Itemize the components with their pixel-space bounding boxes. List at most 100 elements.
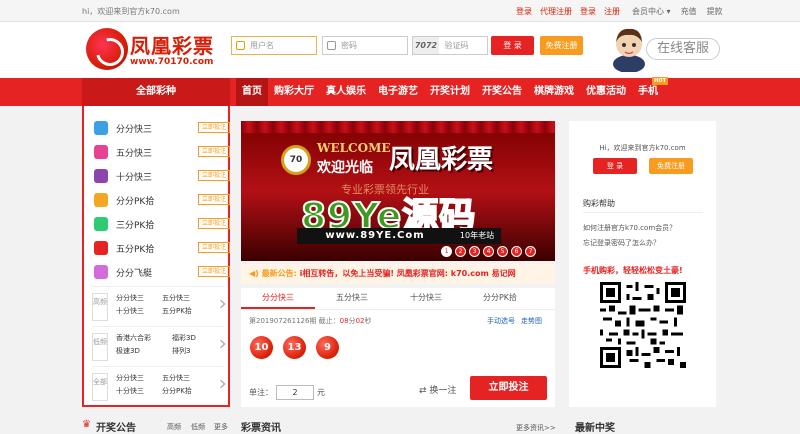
withdraw-link[interactable]: 提款 <box>707 6 723 17</box>
group-game[interactable]: 十分快三 <box>116 306 144 316</box>
group-game[interactable]: 分分快三 <box>116 373 144 383</box>
bet-now-button[interactable]: 立即投注 <box>198 266 230 277</box>
group-game[interactable]: 排列3 <box>172 346 190 356</box>
nav-item-promo[interactable]: 优惠活动 <box>580 78 632 106</box>
sidebar-game[interactable]: 三分PK拾 立即投注 <box>92 212 230 236</box>
number-ball[interactable]: 9 <box>316 336 339 359</box>
captcha-input[interactable]: 7072 验证码 <box>412 36 488 55</box>
hero-banner[interactable]: 70 WELCOME 欢迎光临 凤凰彩票 专业彩票领先行业 89Ye源码 www… <box>241 121 555 261</box>
all-games-menu[interactable]: 全部彩种 <box>82 78 230 106</box>
group-game[interactable]: 五分PK拾 <box>162 306 192 316</box>
nav-item-cards[interactable]: 棋牌游戏 <box>528 78 580 106</box>
group-game[interactable]: 分分快三 <box>116 293 144 303</box>
sidebar-game[interactable]: 分分PK拾 立即投注 <box>92 188 230 212</box>
sidebar-game[interactable]: 分分飞艇 立即投注 <box>92 260 230 284</box>
logo-name: 凤凰彩票 <box>130 34 214 58</box>
tab-more[interactable]: 更多 <box>214 422 228 432</box>
issue-number: 第2019072611​26期 截止： <box>249 317 340 325</box>
nav-item-slots[interactable]: 电子游艺 <box>372 78 424 106</box>
tab-ff-pk10[interactable]: 分分PK拾 <box>463 288 537 309</box>
tab-wf-k3[interactable]: 五分快三 <box>315 288 389 309</box>
more-news-link[interactable]: 更多资讯>> <box>516 423 556 433</box>
group-game[interactable]: 香港六合彩 <box>116 333 151 343</box>
slide-dot[interactable]: 4 <box>483 246 494 257</box>
user-icon <box>236 41 245 50</box>
bet-now-button[interactable]: 立即投注 <box>198 170 230 181</box>
top-register-link[interactable]: 注册 <box>604 6 620 17</box>
bet-now-button[interactable]: 立即投注 <box>198 218 230 229</box>
help-link-password[interactable]: 忘记登录密码了怎么办？ <box>583 238 660 248</box>
manual-pick-link[interactable]: 手动选号 <box>487 316 515 326</box>
trend-chart-link[interactable]: 走势图 <box>521 316 542 326</box>
slide-dot[interactable]: 7 <box>525 246 536 257</box>
banner-title: 凤凰彩票 <box>389 145 494 175</box>
group-game[interactable]: 极速3D <box>116 346 140 356</box>
group-game[interactable]: 五分快三 <box>162 373 190 383</box>
swap-numbers-button[interactable]: ⇄ 换一注 <box>419 383 456 396</box>
right-login-button[interactable]: 登 录 <box>593 158 637 174</box>
game-group-all[interactable]: 全部 分分快三 五分快三 十分快三 分分PK拾 <box>92 366 226 406</box>
header-register-button[interactable]: 免费注册 <box>540 36 583 55</box>
nav-item-results[interactable]: 开奖公告 <box>476 78 528 106</box>
tab-ff-k3[interactable]: 分分快三 <box>241 288 315 309</box>
recharge-link[interactable]: 充值 <box>681 6 697 17</box>
bet-now-button[interactable]: 立即投注 <box>198 146 230 157</box>
group-game[interactable]: 十分快三 <box>116 386 144 396</box>
nav-item-live[interactable]: 真人娱乐 <box>320 78 372 106</box>
site-logo[interactable]: 凤凰彩票 www.70170.com <box>86 26 216 74</box>
member-center-link[interactable]: 会员中心 ▾ <box>632 6 671 17</box>
countdown-min-unit: 分 <box>348 317 356 325</box>
slide-dot[interactable]: 6 <box>511 246 522 257</box>
bet-now-button[interactable]: 立即投注 <box>198 194 230 205</box>
slide-dot[interactable]: 5 <box>497 246 508 257</box>
top-login-link-2[interactable]: 登录 <box>580 6 596 17</box>
place-bet-button[interactable]: 立即投注 <box>470 376 547 400</box>
captcha-image[interactable]: 7072 <box>413 37 439 54</box>
announcement-bar[interactable]: ◀) 最新公告: i相互转告，以免上当受骗! 凤凰彩票官网: k70.com 易… <box>241 264 555 284</box>
captcha-placeholder: 验证码 <box>444 41 469 50</box>
username-input[interactable]: 用户名 <box>231 36 317 55</box>
nav-item-mobile[interactable]: 手机 HOT <box>632 77 668 106</box>
tab-high-freq[interactable]: 高频 <box>167 422 181 432</box>
sidebar-game[interactable]: 分分快三 立即投注 <box>92 116 230 140</box>
number-ball[interactable]: 10 <box>250 336 273 359</box>
group-game[interactable]: 分分PK拾 <box>162 386 192 396</box>
game-group-high[interactable]: 高频 分分快三 五分快三 十分快三 五分PK拾 <box>92 286 226 326</box>
group-game[interactable]: 五分快三 <box>162 293 190 303</box>
sidebar-game[interactable]: 十分快三 立即投注 <box>92 164 230 188</box>
announcement-text[interactable]: i相互转告，以免上当受骗! 凤凰彩票官网: k70.com 易记网 <box>300 269 516 278</box>
quick-bet-panel: 第2019072611​26期 截止：08分02秒 手动选号 走势图 10 13… <box>241 310 555 407</box>
welcome-text: hi，欢迎来到官方k70.com <box>82 7 180 16</box>
stake-row: 单注： 2 元 <box>249 385 325 400</box>
number-ball[interactable]: 13 <box>283 336 306 359</box>
top-bar: hi，欢迎来到官方k70.com 登录 代理注册 登录 注册 会员中心 ▾ 充值… <box>0 0 800 22</box>
tab-sf-k3[interactable]: 十分快三 <box>389 288 463 309</box>
nav-item-lobby[interactable]: 购彩大厅 <box>268 78 320 106</box>
account-links: 会员中心 ▾ 充值 提款 <box>632 6 723 17</box>
game-group-low[interactable]: 低频 香港六合彩 福彩3D 极速3D 排列3 <box>92 326 226 366</box>
winners-title: 最新中奖 <box>575 423 615 434</box>
header-login-button[interactable]: 登 录 <box>491 36 534 55</box>
nav-item-plan[interactable]: 开奖计划 <box>424 78 476 106</box>
slide-dot[interactable]: 1 <box>441 246 452 257</box>
sidebar-game[interactable]: 五分PK拾 立即投注 <box>92 236 230 260</box>
slide-dot[interactable]: 2 <box>455 246 466 257</box>
tab-low-freq[interactable]: 低频 <box>191 422 205 432</box>
top-login-link[interactable]: 登录 <box>516 6 532 17</box>
stake-input[interactable]: 2 <box>276 385 314 400</box>
password-input[interactable]: 密码 <box>322 36 408 55</box>
bet-now-button[interactable]: 立即投注 <box>198 122 230 133</box>
group-game[interactable]: 福彩3D <box>172 333 196 343</box>
right-register-button[interactable]: 免费注册 <box>649 158 693 174</box>
stake-unit: 元 <box>317 388 325 397</box>
agent-register-link[interactable]: 代理注册 <box>540 6 572 17</box>
banner-welcome-cn: 欢迎光临 <box>317 160 373 176</box>
sidebar-game[interactable]: 五分快三 立即投注 <box>92 140 230 164</box>
customer-service[interactable]: 在线客服 <box>608 22 720 76</box>
username-placeholder: 用户名 <box>250 41 274 50</box>
bet-now-button[interactable]: 立即投注 <box>198 242 230 253</box>
slide-dot[interactable]: 3 <box>469 246 480 257</box>
help-link-register[interactable]: 如何注册官方k70.com会员？ <box>583 223 676 233</box>
race-car-icon <box>94 193 108 207</box>
nav-item-home[interactable]: 首页 <box>236 78 268 106</box>
